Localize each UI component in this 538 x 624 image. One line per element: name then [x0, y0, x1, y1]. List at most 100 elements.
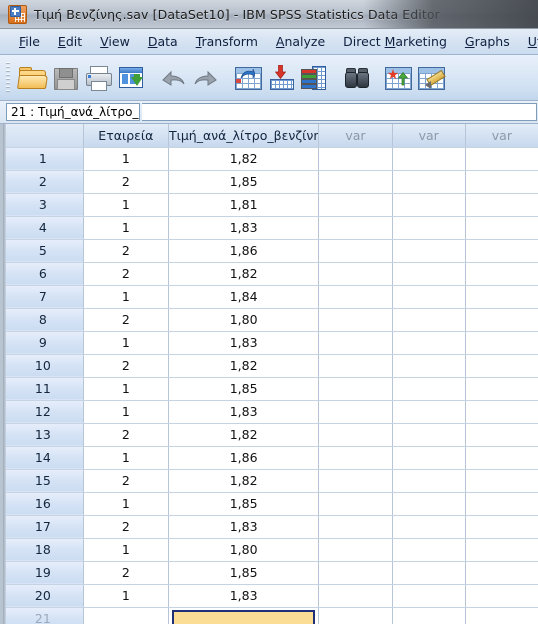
variables-button[interactable]: [297, 60, 330, 96]
table-row[interactable]: 11 1 1,85: [3, 377, 538, 401]
row-header[interactable]: 1: [3, 147, 84, 171]
row-header[interactable]: 6: [3, 262, 84, 286]
cell-var-3[interactable]: [465, 216, 538, 240]
row-header[interactable]: 16: [3, 492, 84, 516]
cell-price[interactable]: 1,83: [168, 216, 320, 240]
cell-var-3[interactable]: [465, 446, 538, 470]
table-row[interactable]: 7 1 1,84: [3, 285, 538, 309]
cell-var-2[interactable]: [392, 262, 466, 286]
cell-var-1[interactable]: [318, 400, 393, 424]
cell-var-1[interactable]: [318, 147, 393, 171]
column-header-var-3[interactable]: var: [465, 124, 538, 148]
cell-var-2[interactable]: [392, 377, 466, 401]
cell-var-1[interactable]: [318, 469, 393, 493]
row-header[interactable]: 18: [3, 538, 84, 562]
row-header[interactable]: 10: [3, 354, 84, 378]
row-header[interactable]: 21: [3, 607, 84, 624]
cell-var-2[interactable]: [392, 354, 466, 378]
column-header-var-2[interactable]: var: [392, 124, 466, 148]
cell-var-2[interactable]: [392, 308, 466, 332]
row-header[interactable]: 7: [3, 285, 84, 309]
cell-var-2[interactable]: [392, 331, 466, 355]
cell-company[interactable]: 2: [83, 561, 169, 585]
cell-company[interactable]: 1: [83, 400, 169, 424]
cell-var-1[interactable]: [318, 538, 393, 562]
table-row[interactable]: 12 1 1,83: [3, 400, 538, 424]
cell-company[interactable]: 2: [83, 308, 169, 332]
grid-corner-header[interactable]: [3, 124, 84, 148]
cell-var-2[interactable]: [392, 216, 466, 240]
row-header[interactable]: 4: [3, 216, 84, 240]
column-header-price[interactable]: Τιμή_ανά_λίτρο_βενζίνης: [168, 124, 320, 148]
table-row[interactable]: 10 2 1,82: [3, 354, 538, 378]
menu-direct-marketing[interactable]: Direct Marketing: [334, 32, 456, 51]
column-header-company[interactable]: Εταιρεία: [83, 124, 169, 148]
cell-company[interactable]: 2: [83, 515, 169, 539]
goto-variable-button[interactable]: [264, 60, 297, 96]
cell-var-2[interactable]: [392, 538, 466, 562]
table-row[interactable]: 1 1 1,82: [3, 147, 538, 171]
menu-utilities[interactable]: Utilities: [519, 32, 538, 51]
goto-case-button[interactable]: [231, 60, 264, 96]
cell-company[interactable]: 1: [83, 147, 169, 171]
cell-price[interactable]: 1,85: [168, 377, 320, 401]
cell-company[interactable]: 1: [83, 446, 169, 470]
cell-var-3[interactable]: [465, 354, 538, 378]
table-row[interactable]: 2 2 1,85: [3, 170, 538, 194]
row-header[interactable]: 14: [3, 446, 84, 470]
column-header-var-1[interactable]: var: [318, 124, 393, 148]
cell-var-2[interactable]: [392, 147, 466, 171]
cell-price[interactable]: 1,84: [168, 285, 320, 309]
table-row[interactable]: 8 2 1,80: [3, 308, 538, 332]
cell-var-1[interactable]: [318, 515, 393, 539]
cell-var-3[interactable]: [465, 538, 538, 562]
cell-var-2[interactable]: [392, 584, 466, 608]
row-header[interactable]: 3: [3, 193, 84, 217]
cell-var-1[interactable]: [318, 584, 393, 608]
cell-var-1[interactable]: [318, 216, 393, 240]
cell-var-1[interactable]: [318, 423, 393, 447]
table-row[interactable]: 19 2 1,85: [3, 561, 538, 585]
cell-var-3[interactable]: [465, 492, 538, 516]
table-row[interactable]: 6 2 1,82: [3, 262, 538, 286]
cell-var-3[interactable]: [465, 584, 538, 608]
table-row[interactable]: 20 1 1,83: [3, 584, 538, 608]
cell-reference-box[interactable]: 21 : Τιμή_ανά_λίτρο_βε...: [6, 103, 140, 121]
cell-price[interactable]: 1,82: [168, 147, 320, 171]
cell-var-2[interactable]: [392, 170, 466, 194]
cell-price[interactable]: 1,80: [168, 538, 320, 562]
cell-price[interactable]: 1,83: [168, 515, 320, 539]
cell-var-3[interactable]: [465, 331, 538, 355]
cell-var-1[interactable]: [318, 492, 393, 516]
cell-company[interactable]: 1: [83, 216, 169, 240]
cell-company[interactable]: 1: [83, 285, 169, 309]
table-row[interactable]: 9 1 1,83: [3, 331, 538, 355]
cell-var-3[interactable]: [465, 147, 538, 171]
cell-var-1[interactable]: [318, 308, 393, 332]
find-button[interactable]: [339, 60, 372, 96]
save-file-button[interactable]: [48, 60, 81, 96]
cell-var-2[interactable]: [392, 400, 466, 424]
cell-var-2[interactable]: [392, 469, 466, 493]
insert-case-button[interactable]: [381, 60, 414, 96]
table-row[interactable]: 17 2 1,83: [3, 515, 538, 539]
cell-price[interactable]: 1,81: [168, 193, 320, 217]
cell-var-3[interactable]: [465, 308, 538, 332]
undo-button[interactable]: [156, 60, 189, 96]
menu-graphs[interactable]: Graphs: [456, 32, 519, 51]
cell-var-3[interactable]: [465, 170, 538, 194]
table-row[interactable]: 15 2 1,82: [3, 469, 538, 493]
cell-var-1[interactable]: [318, 170, 393, 194]
cell-price[interactable]: [168, 607, 320, 624]
cell-price[interactable]: 1,82: [168, 262, 320, 286]
row-header[interactable]: 11: [3, 377, 84, 401]
table-row[interactable]: 4 1 1,83: [3, 216, 538, 240]
table-row[interactable]: 16 1 1,85: [3, 492, 538, 516]
cell-company[interactable]: [83, 607, 169, 624]
cell-var-2[interactable]: [392, 423, 466, 447]
cell-var-1[interactable]: [318, 377, 393, 401]
cell-var-2[interactable]: [392, 515, 466, 539]
row-header[interactable]: 9: [3, 331, 84, 355]
cell-var-1[interactable]: [318, 239, 393, 263]
cell-company[interactable]: 2: [83, 239, 169, 263]
